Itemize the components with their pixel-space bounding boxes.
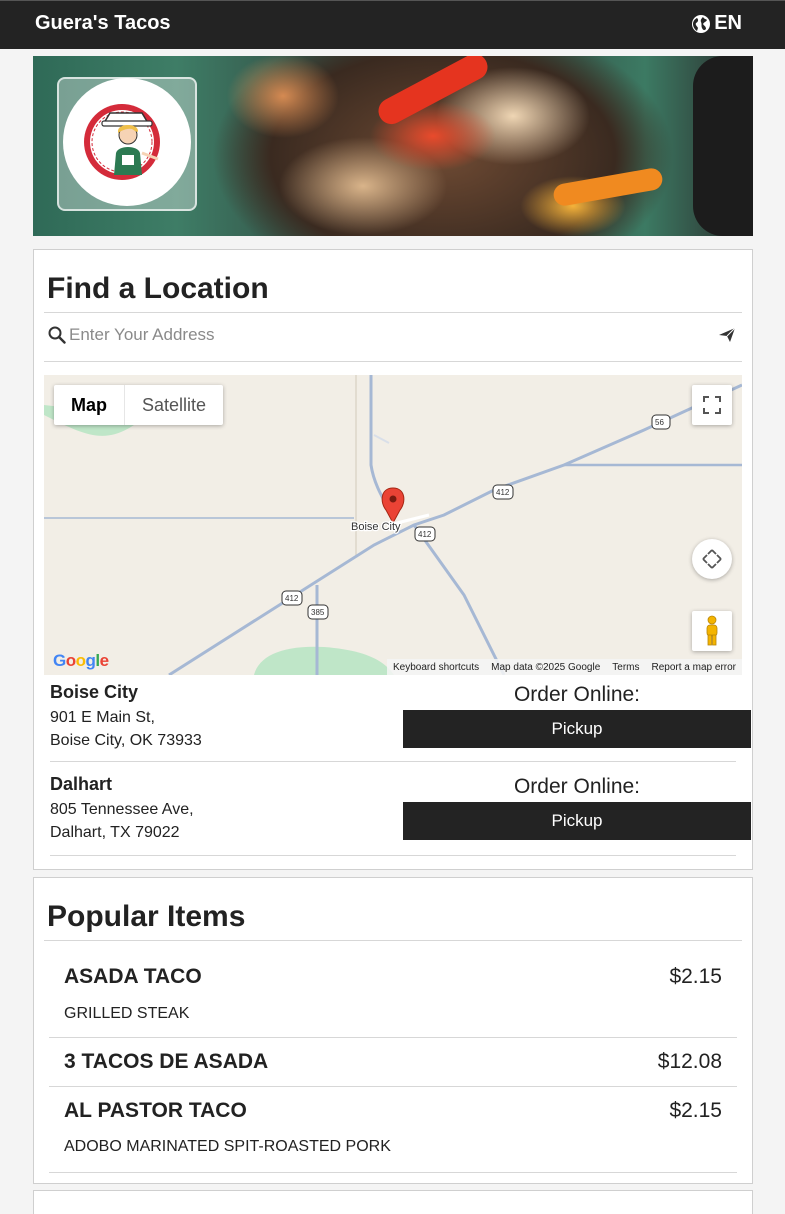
order-online-label: Order Online:: [513, 775, 641, 798]
hero-glove-decoration: [693, 56, 753, 236]
title-divider: [44, 940, 742, 941]
road-shield-412-a: 412: [496, 488, 510, 497]
location-name: Boise City: [50, 682, 139, 702]
map-tab-map[interactable]: Map: [54, 385, 125, 425]
fullscreen-button[interactable]: [692, 385, 732, 425]
map-place-label: Boise City: [351, 521, 401, 533]
location-address-line2: Dalhart, TX 79022: [50, 824, 180, 841]
terms-link[interactable]: Terms: [612, 662, 639, 673]
location-name: Dalhart: [50, 774, 113, 794]
map-tab-satellite[interactable]: Satellite: [125, 385, 223, 425]
brand-title[interactable]: Guera's Tacos: [35, 12, 171, 35]
menu-item-price: $2.15: [669, 965, 722, 988]
map-camera-control[interactable]: [692, 539, 732, 579]
find-location-card: Find a Location Enter Your Address Boise…: [33, 249, 753, 870]
order-online-label: Order Online:: [513, 683, 641, 706]
location-address-line1: 901 E Main St,: [50, 709, 155, 726]
top-navbar: Guera's Tacos EN: [0, 0, 785, 49]
popular-items-title: Popular Items: [47, 900, 246, 933]
menu-item[interactable]: 3 TACOS DE ASADA $12.08: [49, 1038, 737, 1087]
map-data-attribution: Map data ©2025 Google: [491, 661, 601, 673]
menu-item-price: $12.08: [657, 1050, 722, 1073]
restaurant-logo[interactable]: [63, 78, 191, 206]
search-icon: [48, 326, 66, 344]
location-address-line1: 805 Tennessee Ave,: [50, 801, 194, 818]
location-row: Boise City 901 E Main St, Boise City, OK…: [50, 676, 751, 762]
menu-item-description: GRILLED STEAK: [64, 1005, 190, 1022]
location-map[interactable]: Boise City 56 412 412 412 385 Map Satell…: [44, 375, 742, 675]
pickup-button[interactable]: Pickup: [403, 710, 751, 748]
address-input[interactable]: [69, 325, 709, 345]
pickup-button[interactable]: Pickup: [403, 802, 751, 840]
report-map-error-link[interactable]: Report a map error: [652, 662, 736, 673]
fullscreen-icon: [703, 396, 721, 414]
language-label: EN: [714, 12, 742, 34]
language-selector[interactable]: EN: [691, 12, 742, 35]
menu-item-name: ASADA TACO: [64, 965, 202, 988]
menu-item-name: AL PASTOR TACO: [64, 1099, 247, 1122]
move-arrows-icon: [702, 549, 722, 569]
pegman-icon: [706, 615, 718, 646]
map-pin-icon: [381, 487, 405, 525]
road-shield-412-c: 412: [285, 594, 299, 603]
road-shield-56: 56: [655, 418, 664, 427]
location-row: Dalhart 805 Tennessee Ave, Dalhart, TX 7…: [50, 768, 751, 856]
map-type-tabs: Map Satellite: [54, 385, 224, 425]
menu-item-name: 3 TACOS DE ASADA: [64, 1050, 269, 1073]
menu-item[interactable]: AL PASTOR TACO $2.15 ADOBO MARINATED SPI…: [49, 1087, 737, 1173]
logo-icon: [84, 104, 160, 180]
find-location-title: Find a Location: [47, 272, 269, 305]
road-shield-412-b: 412: [418, 530, 432, 539]
location-address-line2: Boise City, OK 73933: [50, 732, 202, 749]
address-search: [44, 312, 742, 362]
menu-item-description: ADOBO MARINATED SPIT-ROASTED PORK: [64, 1138, 391, 1155]
keyboard-shortcuts-link[interactable]: Keyboard shortcuts: [393, 662, 479, 673]
next-section-card: [33, 1190, 753, 1214]
map-footer: Keyboard shortcuts Map data ©2025 Google…: [386, 659, 742, 675]
menu-item[interactable]: ASADA TACO $2.15 GRILLED STEAK: [49, 946, 737, 1038]
globe-icon: [692, 14, 711, 33]
menu-item-price: $2.15: [669, 1099, 722, 1122]
hero-pepper-decoration: [373, 56, 493, 129]
street-view-button[interactable]: [692, 611, 732, 651]
locate-arrow-icon[interactable]: [718, 327, 736, 343]
google-logo[interactable]: Google: [53, 651, 109, 671]
hero-pepper-decoration-2: [551, 166, 665, 208]
popular-items-card: Popular Items ASADA TACO $2.15 GRILLED S…: [33, 877, 753, 1184]
road-shield-385: 385: [311, 608, 325, 617]
